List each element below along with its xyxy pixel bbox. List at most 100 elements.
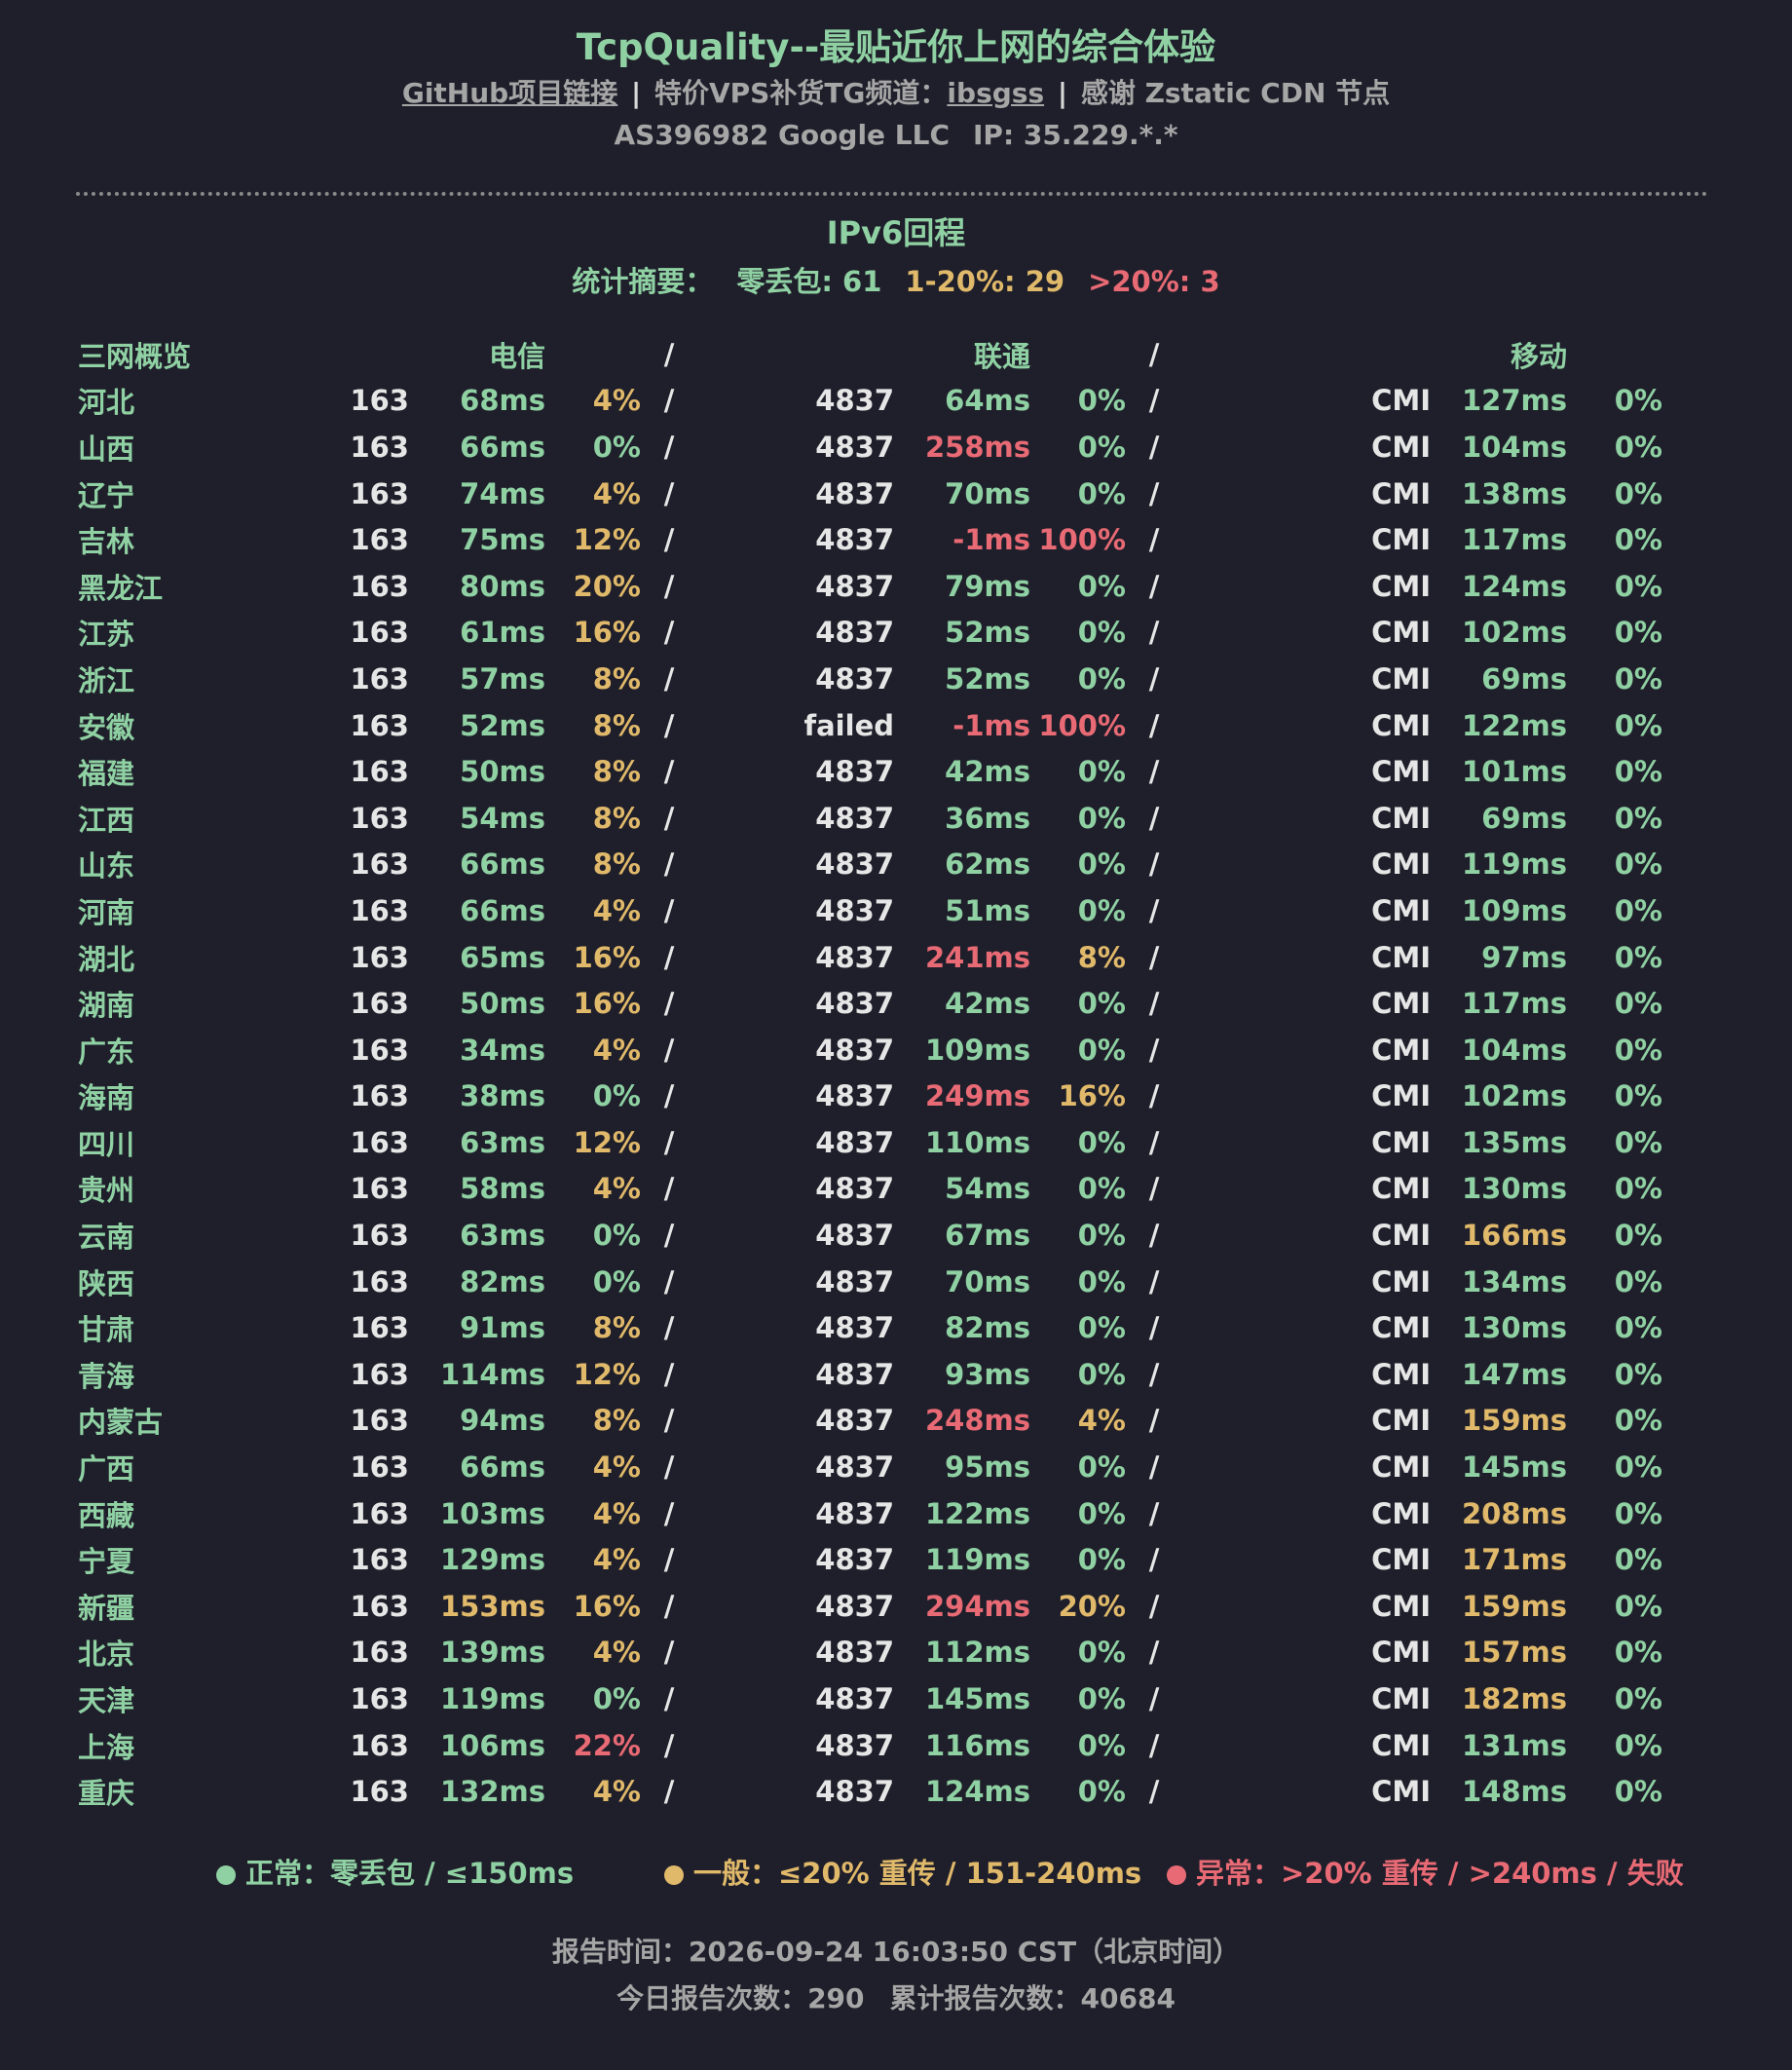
github-link[interactable]: GitHub项目链接 — [402, 77, 617, 109]
row-separator: / — [1148, 430, 1160, 464]
province-name: 陕西 — [78, 1266, 135, 1300]
telecom-latency: 58ms — [460, 1172, 545, 1206]
mobile-loss: 0% — [1614, 940, 1662, 974]
telecom-loss: 0% — [592, 1079, 641, 1113]
row-separator: / — [663, 1636, 675, 1670]
table-row: 江西 163 54ms 8% / 4837 36ms 0% / CMI 69ms 0% — [78, 795, 1662, 842]
unicom-latency: 42ms — [945, 755, 1030, 789]
unicom-latency: -1ms — [952, 523, 1030, 557]
table-row: 江苏 163 61ms 16% / 4837 52ms 0% / CMI 102ms 0% — [78, 610, 1662, 657]
row-separator: / — [1148, 847, 1160, 882]
unicom-asn: 4837 — [815, 616, 894, 650]
table-row: 黑龙江 163 80ms 20% / 4837 79ms 0% / CMI 124ms 0% — [78, 563, 1662, 610]
province-name: 北京 — [78, 1637, 135, 1672]
unicom-asn: 4837 — [815, 1079, 894, 1113]
mobile-asn: CMI — [1371, 1404, 1431, 1438]
row-separator: / — [1148, 384, 1160, 418]
telecom-loss: 4% — [592, 1775, 641, 1809]
mobile-asn: CMI — [1371, 661, 1431, 696]
row-separator: / — [663, 1682, 675, 1716]
table-row: 北京 163 139ms 4% / 4837 112ms 0% / CMI 157ms 0% — [78, 1630, 1662, 1676]
table-row: 海南 163 38ms 0% / 4837 249ms 16% / CMI 102ms 0% — [78, 1073, 1662, 1120]
mobile-loss: 0% — [1614, 523, 1662, 557]
unicom-latency: 52ms — [945, 661, 1030, 696]
telecom-asn: 163 — [350, 1172, 409, 1206]
mobile-latency: 159ms — [1461, 1404, 1567, 1438]
row-separator: / — [1148, 661, 1160, 696]
legend-abnormal: 异常：>20% 重传 / >240ms / 失败 — [1167, 1851, 1684, 1892]
mobile-asn: CMI — [1371, 1636, 1431, 1670]
mobile-latency: 166ms — [1461, 1219, 1567, 1253]
telecom-latency: 103ms — [439, 1496, 545, 1530]
telecom-latency: 153ms — [439, 1589, 545, 1623]
province-name: 内蒙古 — [78, 1406, 164, 1440]
telecom-loss: 8% — [592, 1311, 641, 1345]
row-separator: / — [1148, 523, 1160, 557]
mobile-loss: 0% — [1614, 430, 1662, 464]
unicom-latency: 62ms — [945, 847, 1030, 882]
mobile-asn: CMI — [1371, 1450, 1431, 1485]
row-separator: / — [1148, 569, 1160, 603]
telecom-latency: 82ms — [460, 1264, 545, 1298]
mobile-latency: 102ms — [1461, 616, 1567, 650]
mobile-asn: CMI — [1371, 1775, 1431, 1809]
telecom-asn: 163 — [350, 801, 409, 835]
telecom-latency: 66ms — [460, 1450, 545, 1485]
mobile-loss: 0% — [1614, 1125, 1662, 1159]
telecom-asn: 163 — [350, 1543, 409, 1577]
row-separator: / — [663, 1775, 675, 1809]
telecom-loss: 22% — [573, 1728, 641, 1762]
legend-general-text: 一般：≤20% 重传 / 151-240ms — [693, 1857, 1142, 1890]
row-separator: / — [663, 523, 675, 557]
mobile-loss: 0% — [1614, 616, 1662, 650]
unicom-latency: 119ms — [924, 1543, 1030, 1577]
summary-mid-loss: 1-20%: 29 — [905, 265, 1065, 298]
table-row: 贵州 163 58ms 4% / 4837 54ms 0% / CMI 130ms 0% — [78, 1166, 1662, 1213]
mobile-loss: 0% — [1614, 1079, 1662, 1113]
ip-info: IP: 35.229.*.* — [973, 119, 1178, 151]
total-count: 累计报告次数：40684 — [889, 1982, 1176, 2014]
table-row: 吉林 163 75ms 12% / 4837 -1ms 100% / CMI 117ms 0% — [78, 516, 1662, 563]
unicom-asn: 4837 — [815, 893, 894, 927]
unicom-asn: 4837 — [815, 1357, 894, 1391]
mobile-asn: CMI — [1371, 1728, 1431, 1762]
row-separator: / — [663, 1311, 675, 1345]
mobile-latency: 130ms — [1461, 1172, 1567, 1206]
report-counts: 今日报告次数：290 累计报告次数：40684 — [0, 1977, 1792, 2016]
table-row: 浙江 163 57ms 8% / 4837 52ms 0% / CMI 69ms 0% — [78, 656, 1662, 702]
unicom-latency: 54ms — [945, 1172, 1030, 1206]
unicom-latency: 145ms — [924, 1682, 1030, 1716]
mobile-latency: 131ms — [1461, 1728, 1567, 1762]
table-row: 广西 163 66ms 4% / 4837 95ms 0% / CMI 145ms 0% — [78, 1444, 1662, 1490]
mobile-latency: 117ms — [1461, 987, 1567, 1021]
row-separator: / — [663, 1450, 675, 1485]
province-name: 甘肃 — [78, 1313, 135, 1347]
mobile-latency: 148ms — [1461, 1775, 1567, 1809]
telecom-latency: 68ms — [460, 384, 545, 418]
telecom-asn: 163 — [350, 1033, 409, 1067]
province-name: 湖南 — [78, 989, 135, 1023]
unicom-latency: 70ms — [945, 1264, 1030, 1298]
mobile-loss: 0% — [1614, 1450, 1662, 1485]
telecom-loss: 4% — [592, 1636, 641, 1670]
table-row: 河北 163 68ms 4% / 4837 64ms 0% / CMI 127ms 0% — [78, 378, 1662, 425]
tg-channel-link[interactable]: ibsgss — [947, 77, 1044, 109]
table-row: 上海 163 106ms 22% / 4837 116ms 0% / CMI 131ms 0% — [78, 1722, 1662, 1769]
row-separator: / — [663, 661, 675, 696]
unicom-asn: 4837 — [815, 1311, 894, 1345]
unicom-latency: 110ms — [924, 1125, 1030, 1159]
unicom-loss: 0% — [1077, 1033, 1126, 1067]
mobile-asn: CMI — [1371, 384, 1431, 418]
unicom-loss: 0% — [1077, 1636, 1126, 1670]
unicom-loss: 0% — [1077, 801, 1126, 835]
telecom-loss: 8% — [592, 661, 641, 696]
unicom-asn: 4837 — [815, 476, 894, 510]
unicom-loss: 0% — [1077, 893, 1126, 927]
unicom-loss: 0% — [1077, 1357, 1126, 1391]
table-row: 西藏 163 103ms 4% / 4837 122ms 0% / CMI 208ms 0% — [78, 1490, 1662, 1537]
row-separator: / — [1148, 476, 1160, 510]
telecom-latency: 80ms — [460, 569, 545, 603]
telecom-latency: 66ms — [460, 893, 545, 927]
summary-zero-loss: 零丢包: 61 — [736, 265, 882, 298]
unicom-latency: 258ms — [924, 430, 1030, 464]
